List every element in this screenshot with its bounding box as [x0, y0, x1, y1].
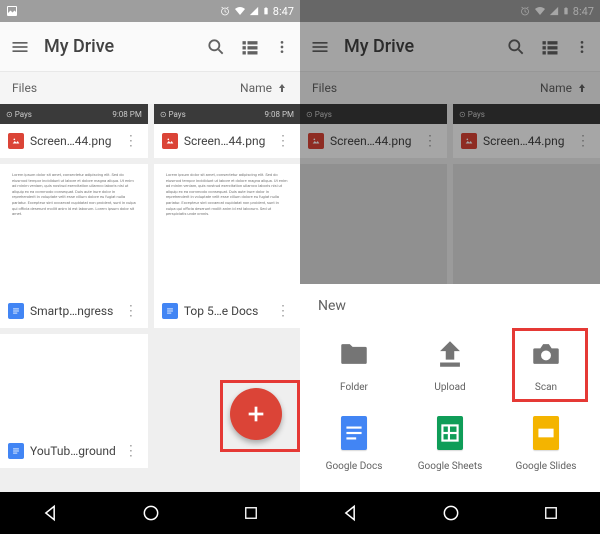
- folder-icon: [334, 334, 374, 374]
- file-name: Screen…44.png: [184, 134, 268, 148]
- file-overflow-icon[interactable]: ⋮: [274, 133, 292, 149]
- doc-file-icon: [8, 443, 24, 459]
- google-slides-icon: [526, 413, 566, 453]
- sheet-item-label: Folder: [340, 382, 368, 393]
- file-overflow-icon[interactable]: ⋮: [122, 133, 140, 149]
- file-tile[interactable]: ⊙ Pays9:08 PM Screen…44.png ⋮: [154, 104, 300, 158]
- nav-back-icon[interactable]: [340, 503, 360, 523]
- sort-label: Name: [240, 81, 272, 95]
- app-bar: My Drive: [0, 22, 300, 72]
- sort-control[interactable]: Name: [240, 81, 288, 95]
- sheet-item-label: Google Docs: [326, 461, 383, 472]
- file-name: Smartp…ngress: [30, 304, 116, 318]
- new-google-docs-button[interactable]: Google Docs: [308, 405, 400, 480]
- doc-file-icon: [162, 303, 178, 319]
- file-overflow-icon[interactable]: ⋮: [122, 443, 140, 459]
- tutorial-highlight: [512, 328, 588, 402]
- tutorial-highlight: [220, 380, 300, 452]
- file-name: Screen…44.png: [30, 134, 116, 148]
- search-icon[interactable]: [206, 37, 226, 57]
- file-overflow-icon[interactable]: ⋮: [122, 303, 140, 319]
- battery-icon: [262, 5, 270, 17]
- file-tile[interactable]: ⊙ Pays9:08 PM Screen…44.png ⋮: [0, 104, 148, 158]
- new-google-sheets-button[interactable]: Google Sheets: [404, 405, 496, 480]
- status-bar: 8:47: [0, 0, 300, 22]
- new-upload-button[interactable]: Upload: [404, 326, 496, 401]
- drive-content: ⊙ Pays9:08 PM Screen…44.png ⋮ ⊙ Pays9:08…: [0, 104, 300, 492]
- app-title: My Drive: [44, 36, 192, 57]
- overflow-icon[interactable]: [274, 37, 290, 57]
- image-file-icon: [162, 133, 178, 149]
- nav-recents-icon[interactable]: [542, 504, 560, 522]
- wifi-icon: [234, 5, 246, 17]
- android-nav-bar: [0, 492, 300, 534]
- sheet-item-label: Google Sheets: [418, 461, 483, 472]
- file-tile[interactable]: YouTub…ground ⋮: [0, 334, 148, 468]
- new-bottom-sheet: New Folder Upload: [300, 284, 600, 492]
- gallery-icon: [6, 5, 18, 17]
- arrow-up-icon: [276, 82, 288, 94]
- file-name: YouTub…ground: [30, 444, 116, 458]
- sheet-title: New: [308, 298, 592, 326]
- doc-file-icon: [8, 303, 24, 319]
- nav-home-icon[interactable]: [141, 503, 161, 523]
- file-tile[interactable]: Lorem ipsum dolor sit amet, consectetur …: [154, 164, 300, 328]
- thumbnail: ⊙ Pays9:08 PM: [154, 104, 300, 124]
- nav-recents-icon[interactable]: [242, 504, 260, 522]
- status-time: 8:47: [273, 5, 294, 18]
- new-google-slides-button[interactable]: Google Slides: [500, 405, 592, 480]
- doc-thumbnail: Lorem ipsum dolor sit amet, consectetur …: [0, 164, 148, 294]
- doc-thumbnail: Lorem ipsum dolor sit amet, consectetur …: [154, 164, 300, 294]
- upload-icon: [430, 334, 470, 374]
- cell-icon: [249, 5, 259, 17]
- sheet-item-label: Google Slides: [516, 461, 577, 472]
- image-file-icon: [8, 133, 24, 149]
- file-tile[interactable]: Lorem ipsum dolor sit amet, consectetur …: [0, 164, 148, 328]
- file-overflow-icon[interactable]: ⋮: [274, 303, 292, 319]
- google-docs-icon: [334, 413, 374, 453]
- sheet-item-label: Upload: [434, 382, 465, 393]
- doc-thumbnail: [0, 334, 148, 434]
- google-sheets-icon: [430, 413, 470, 453]
- view-toggle-icon[interactable]: [240, 37, 260, 57]
- nav-back-icon[interactable]: [40, 503, 60, 523]
- new-folder-button[interactable]: Folder: [308, 326, 400, 401]
- hamburger-icon[interactable]: [10, 37, 30, 57]
- alarm-icon: [219, 5, 231, 17]
- android-nav-bar: [300, 492, 600, 534]
- list-subheader: Files Name: [0, 72, 300, 104]
- subhead-files-label: Files: [12, 81, 37, 95]
- nav-home-icon[interactable]: [441, 503, 461, 523]
- file-name: Top 5…e Docs: [184, 304, 268, 318]
- thumbnail: ⊙ Pays9:08 PM: [0, 104, 148, 124]
